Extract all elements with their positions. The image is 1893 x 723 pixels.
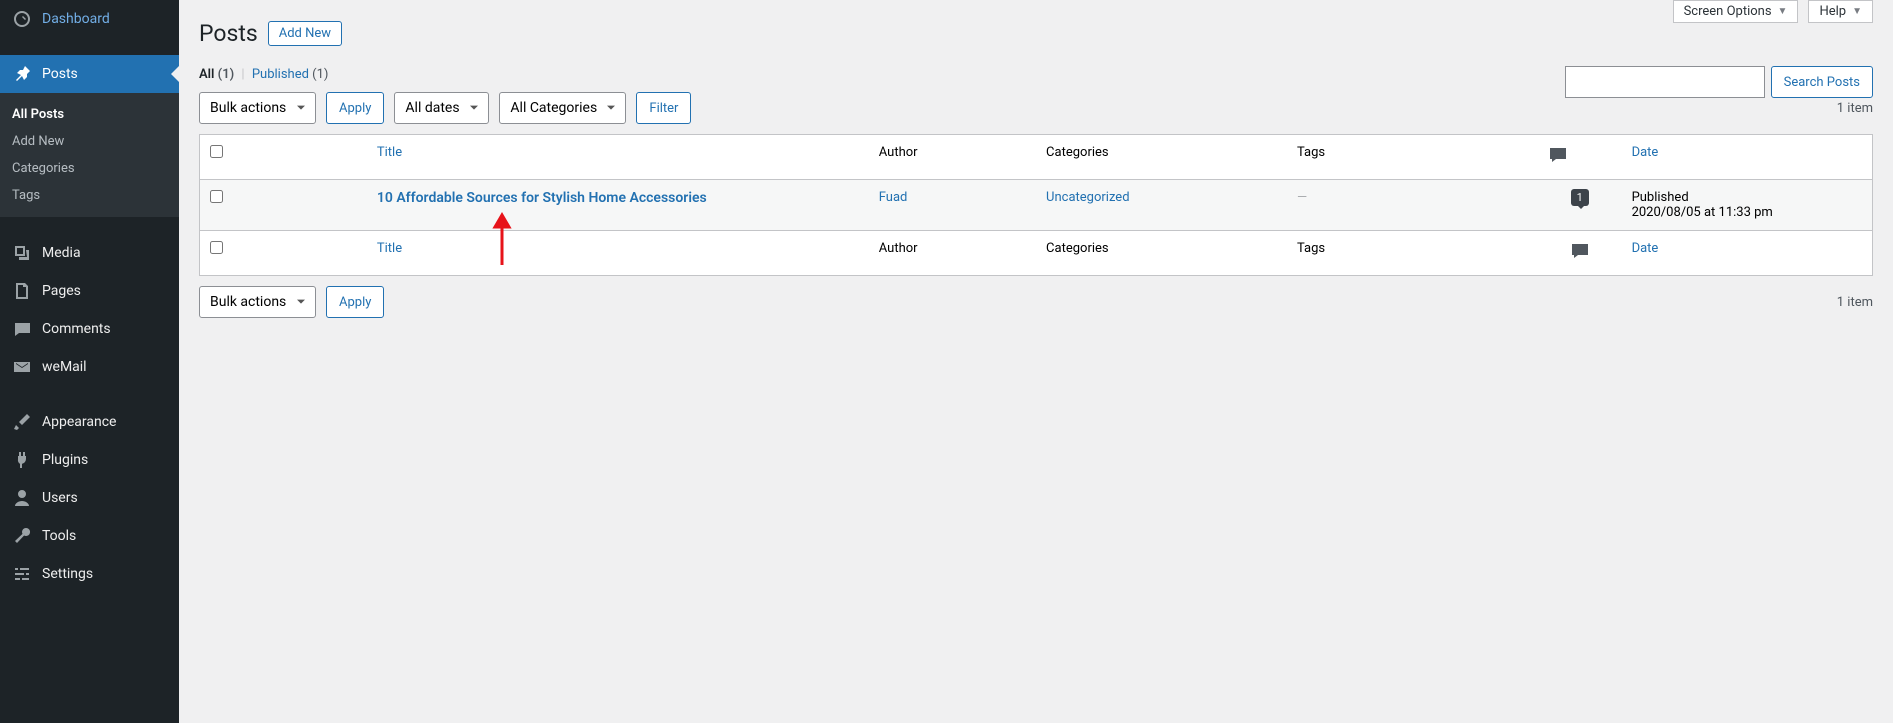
pages-icon	[12, 281, 32, 301]
col-date-footer[interactable]: Date	[1632, 241, 1659, 256]
sidebar-item-plugins[interactable]: Plugins	[0, 441, 179, 479]
mail-icon	[12, 357, 32, 377]
admin-sidebar: Dashboard Posts All Posts Add New Catego…	[0, 0, 179, 723]
sidebar-item-users[interactable]: Users	[0, 479, 179, 517]
item-count: 1 item	[1837, 101, 1873, 116]
bulk-actions-select[interactable]: Bulk actions	[199, 92, 316, 124]
user-icon	[12, 488, 32, 508]
menu-label: Dashboard	[42, 11, 110, 27]
col-categories: Categories	[1036, 135, 1287, 180]
menu-label: Posts	[42, 66, 78, 82]
post-date: Published2020/08/05 at 11:33 pm	[1622, 180, 1873, 231]
submenu-add-new[interactable]: Add New	[0, 128, 179, 155]
col-tags: Tags	[1287, 135, 1538, 180]
col-title[interactable]: Title	[377, 145, 402, 160]
col-tags-footer: Tags	[1287, 231, 1538, 276]
bulk-actions-select-bottom[interactable]: Bulk actions	[199, 286, 316, 318]
sidebar-item-tools[interactable]: Tools	[0, 517, 179, 555]
post-author-link[interactable]: Fuad	[879, 190, 908, 205]
view-published[interactable]: Published (1)	[252, 67, 329, 82]
comment-icon	[1548, 154, 1568, 169]
comment-count-bubble[interactable]: 1	[1571, 190, 1589, 205]
screen-options-button[interactable]: Screen Options▼	[1673, 0, 1799, 23]
menu-label: Plugins	[42, 452, 88, 468]
post-title-link[interactable]: 10 Affordable Sources for Stylish Home A…	[377, 190, 707, 206]
col-title-footer[interactable]: Title	[377, 241, 402, 256]
plug-icon	[12, 450, 32, 470]
sidebar-item-media[interactable]: Media	[0, 234, 179, 272]
view-all[interactable]: All (1)	[199, 67, 234, 82]
table-row: 10 Affordable Sources for Stylish Home A…	[200, 180, 1873, 231]
dashboard-icon	[12, 9, 32, 29]
filter-button[interactable]: Filter	[636, 92, 691, 124]
menu-label: Settings	[42, 566, 93, 582]
comments-icon	[12, 319, 32, 339]
sidebar-item-wemail[interactable]: weMail	[0, 348, 179, 386]
dates-select[interactable]: All dates	[394, 92, 489, 124]
menu-label: Media	[42, 245, 81, 261]
select-all-checkbox[interactable]	[210, 145, 223, 158]
comment-icon	[1570, 250, 1590, 265]
wrench-icon	[12, 526, 32, 546]
sidebar-item-posts[interactable]: Posts	[0, 55, 179, 93]
page-title: Posts	[199, 20, 258, 47]
search-input[interactable]	[1565, 66, 1765, 98]
menu-label: weMail	[42, 359, 87, 375]
menu-label: Appearance	[42, 414, 116, 430]
media-icon	[12, 243, 32, 263]
caret-down-icon: ▼	[1778, 6, 1788, 17]
submenu-categories[interactable]: Categories	[0, 155, 179, 182]
sidebar-item-appearance[interactable]: Appearance	[0, 403, 179, 441]
post-tags: —	[1297, 190, 1307, 205]
menu-label: Comments	[42, 321, 111, 337]
col-author: Author	[869, 135, 1036, 180]
pin-icon	[12, 64, 32, 84]
col-date[interactable]: Date	[1632, 145, 1659, 160]
brush-icon	[12, 412, 32, 432]
select-all-checkbox-footer[interactable]	[210, 241, 223, 254]
sliders-icon	[12, 564, 32, 584]
submenu-tags[interactable]: Tags	[0, 182, 179, 209]
menu-label: Pages	[42, 283, 81, 299]
menu-label: Users	[42, 490, 78, 506]
row-checkbox[interactable]	[210, 190, 223, 203]
col-categories-footer: Categories	[1036, 231, 1287, 276]
help-button[interactable]: Help▼	[1808, 0, 1873, 23]
apply-bulk-button[interactable]: Apply	[326, 92, 384, 124]
sidebar-item-comments[interactable]: Comments	[0, 310, 179, 348]
apply-bulk-button-bottom[interactable]: Apply	[326, 286, 384, 318]
col-author-footer: Author	[869, 231, 1036, 276]
sidebar-item-settings[interactable]: Settings	[0, 555, 179, 593]
add-new-button[interactable]: Add New	[268, 21, 342, 46]
sidebar-item-dashboard[interactable]: Dashboard	[0, 0, 179, 38]
item-count-bottom: 1 item	[1837, 295, 1873, 310]
submenu-posts: All Posts Add New Categories Tags	[0, 93, 179, 217]
categories-select[interactable]: All Categories	[499, 92, 626, 124]
submenu-all-posts[interactable]: All Posts	[0, 101, 179, 128]
menu-label: Tools	[42, 528, 76, 544]
sidebar-item-pages[interactable]: Pages	[0, 272, 179, 310]
caret-down-icon: ▼	[1852, 6, 1862, 17]
post-category-link[interactable]: Uncategorized	[1046, 190, 1129, 205]
search-posts-button[interactable]: Search Posts	[1771, 66, 1873, 98]
posts-table: Title Author Categories Tags Date 10 Aff…	[199, 134, 1873, 276]
main-content: Screen Options▼ Help▼ Posts Add New Sear…	[179, 0, 1893, 723]
